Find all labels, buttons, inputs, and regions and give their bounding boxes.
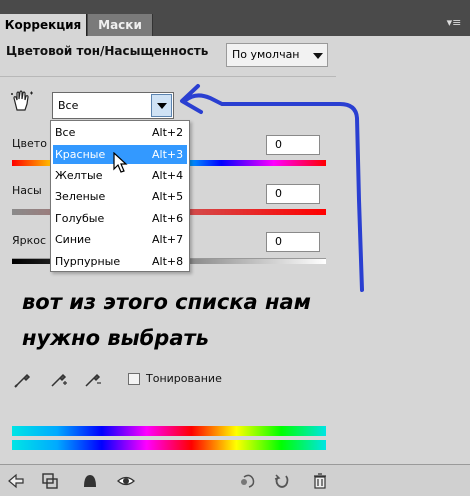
dropdown-item-label: Красные	[55, 148, 106, 161]
annotation-text-line1: вот из этого списка нам	[22, 290, 311, 314]
annotation-text-line2: нужно выбрать	[22, 326, 209, 350]
trash-icon[interactable]	[310, 471, 330, 491]
tab-masks[interactable]: Маски	[88, 14, 153, 36]
dropdown-item[interactable]: Синие Alt+7	[53, 230, 187, 249]
tab-bar: Коррекция Маски ▾≡	[0, 0, 470, 36]
divider	[0, 76, 336, 77]
output-color-spectrum	[12, 440, 326, 450]
hue-value-input[interactable]: 0	[266, 135, 320, 155]
dropdown-item-shortcut: Alt+6	[152, 212, 184, 225]
dropdown-item-label: Синие	[55, 233, 91, 246]
dropdown-item-label: Пурпурные	[55, 255, 121, 268]
tab-adjustments[interactable]: Коррекция	[0, 14, 87, 36]
dropdown-item-shortcut: Alt+4	[152, 169, 184, 182]
mouse-cursor-icon	[113, 152, 128, 173]
adjustment-title: Цветовой тон/Насыщенность	[6, 44, 209, 58]
dropdown-item[interactable]: Все Alt+2	[53, 123, 187, 142]
saturation-label: Насы	[12, 184, 42, 197]
mask-visibility-icon[interactable]	[80, 471, 100, 491]
input-color-spectrum	[12, 426, 326, 436]
lightness-label: Яркос	[12, 234, 47, 247]
preset-select[interactable]: По умолчан	[226, 43, 328, 67]
saturation-value-input[interactable]: 0	[266, 184, 320, 204]
chevron-down-icon	[157, 103, 167, 109]
hue-label: Цвето	[12, 137, 47, 150]
lightness-value-input[interactable]: 0	[266, 232, 320, 252]
channel-dropdown-list: Все Alt+2 Красные Alt+3 Желтые Alt+4 Зел…	[50, 120, 190, 272]
reset-icon[interactable]	[272, 471, 292, 491]
bottom-toolbar	[0, 464, 470, 496]
channel-value: Все	[58, 99, 79, 112]
dropdown-item-label: Зеленые	[55, 190, 106, 203]
chevron-down-icon	[313, 53, 323, 59]
channel-dropdown-button[interactable]	[151, 94, 172, 117]
dropdown-item-label: Голубые	[55, 212, 105, 225]
dropdown-item[interactable]: Пурпурные Alt+8	[53, 252, 187, 271]
colorize-checkbox[interactable]	[128, 373, 140, 385]
dropdown-item[interactable]: Голубые Alt+6	[53, 209, 187, 228]
hand-tool-icon[interactable]	[10, 90, 34, 112]
eye-icon[interactable]	[116, 471, 136, 491]
dropdown-item-shortcut: Alt+7	[152, 233, 184, 246]
eyedropper-icon[interactable]	[12, 368, 34, 390]
dropdown-item[interactable]: Зеленые Alt+5	[53, 187, 187, 206]
dropdown-item-shortcut: Alt+3	[152, 148, 184, 161]
dropdown-item-shortcut: Alt+5	[152, 190, 184, 203]
eyedropper-plus-icon[interactable]	[48, 368, 70, 390]
previous-state-icon[interactable]	[238, 471, 258, 491]
preset-value: По умолчан	[232, 48, 300, 61]
adjustments-panel: Коррекция Маски ▾≡ Цветовой тон/Насыщенн…	[0, 0, 470, 496]
dropdown-item-label: Все	[55, 126, 76, 139]
eyedropper-minus-icon[interactable]	[82, 368, 104, 390]
dropdown-item-shortcut: Alt+8	[152, 255, 184, 268]
dropdown-item-label: Желтые	[55, 169, 103, 182]
dropdown-item-shortcut: Alt+2	[152, 126, 184, 139]
back-arrow-icon[interactable]	[6, 471, 26, 491]
clip-layer-icon[interactable]	[40, 471, 60, 491]
channel-select[interactable]: Все	[52, 92, 174, 119]
colorize-label: Тонирование	[146, 372, 222, 385]
panel-menu-icon[interactable]: ▾≡	[446, 16, 462, 30]
